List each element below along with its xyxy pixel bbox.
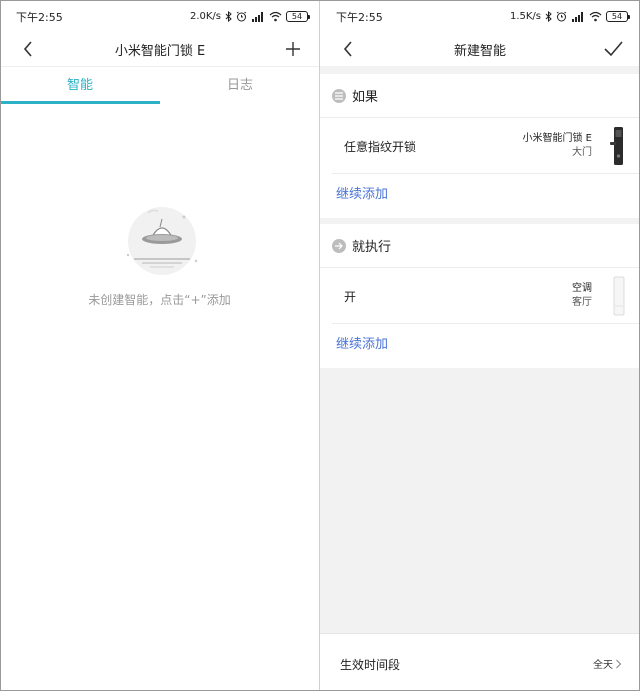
status-bar: 下午2:55 2.0K/s 54 [0, 0, 319, 30]
nav-bar: 小米智能门锁 E [0, 30, 319, 66]
smart-list-screen: 下午2:55 2.0K/s 54 小米智能门锁 E 智能 日志 未创建智能，点击… [0, 0, 320, 691]
alarm-icon [236, 11, 247, 21]
effective-time-row[interactable]: 生效时间段 全天 [320, 633, 640, 691]
page-title: 新建智能 [453, 44, 506, 59]
status-time: 下午2:55 [16, 11, 63, 24]
battery-indicator: 54 [286, 10, 310, 22]
tab-log[interactable]: 日志 [160, 67, 319, 107]
if-add-more-link[interactable]: 继续添加 [320, 174, 640, 218]
page-title: 小米智能门锁 E [114, 44, 206, 59]
battery-indicator: 54 [606, 10, 630, 22]
arrow-right-icon [332, 238, 346, 253]
action-label: 开 [344, 290, 357, 304]
signal-icon [252, 11, 263, 22]
status-time: 下午2:55 [336, 11, 383, 24]
air-conditioner-device-icon [613, 276, 625, 316]
signal-icon [572, 11, 583, 22]
nav-bar: 新建智能 [320, 30, 640, 66]
if-section: 如果 任意指纹开锁 小米智能门锁 E 大门 继续添加 [320, 74, 640, 218]
bluetooth-icon [545, 10, 552, 22]
action-device: 空调 [572, 283, 592, 294]
status-bar: 下午2:55 1.5K/s 54 [320, 0, 640, 30]
then-section-header: 就执行 [320, 224, 640, 268]
bluetooth-icon [225, 10, 232, 22]
effective-time-label: 生效时间段 [340, 658, 401, 672]
list-icon [332, 88, 346, 103]
new-smart-screen: 下午2:55 1.5K/s 54 新建智能 如果 任意指纹开锁 小米智能门锁 E… [320, 0, 640, 691]
trigger-room: 大门 [572, 147, 592, 158]
action-room: 客厅 [572, 297, 592, 308]
tab-indicator [0, 101, 160, 104]
then-section: 就执行 开 空调 客厅 继续添加 [320, 224, 640, 368]
add-plus-icon[interactable] [282, 38, 304, 60]
network-speed: 2.0K/s [189, 10, 221, 22]
empty-state-message: 未创建智能，点击“+”添加 [88, 293, 231, 307]
wifi-icon [269, 11, 282, 21]
then-section-title: 就执行 [352, 240, 392, 255]
tab-bar: 智能 日志 [0, 66, 319, 107]
if-section-header: 如果 [320, 74, 640, 118]
trigger-device: 小米智能门锁 E [522, 133, 593, 144]
alarm-icon [556, 11, 567, 21]
door-lock-device-icon [610, 127, 623, 165]
trigger-label: 任意指纹开锁 [344, 140, 417, 154]
trigger-row[interactable]: 任意指纹开锁 小米智能门锁 E 大门 [332, 118, 640, 174]
action-row[interactable]: 开 空调 客厅 [332, 268, 640, 324]
chevron-right-icon [616, 659, 622, 668]
empty-state-illustration-icon [126, 207, 198, 275]
wifi-icon [589, 11, 602, 21]
if-section-title: 如果 [352, 90, 379, 105]
confirm-check-icon[interactable] [602, 38, 624, 60]
effective-time-value: 全天 [593, 660, 613, 671]
network-speed: 1.5K/s [509, 10, 541, 22]
then-add-more-link[interactable]: 继续添加 [320, 324, 640, 368]
